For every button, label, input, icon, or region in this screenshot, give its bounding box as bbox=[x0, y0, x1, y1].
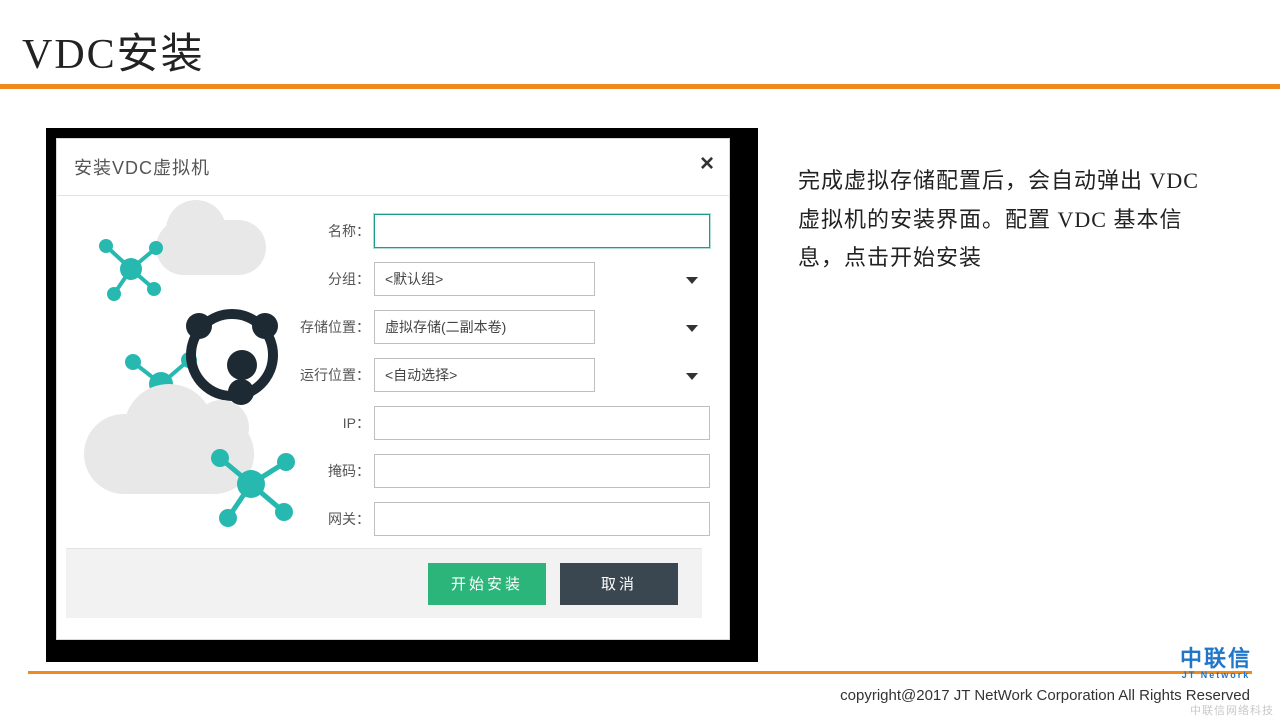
name-input[interactable] bbox=[374, 214, 710, 248]
page-title: VDC安装 bbox=[22, 20, 205, 81]
cloud-icon bbox=[156, 220, 266, 275]
cancel-button[interactable]: 取消 bbox=[560, 563, 678, 605]
row-runloc: 运行位置： bbox=[296, 358, 710, 392]
footer-divider bbox=[28, 671, 1252, 674]
illustration bbox=[66, 214, 296, 534]
ip-input[interactable] bbox=[374, 406, 710, 440]
dialog-header: 安装VDC虚拟机 × bbox=[56, 138, 730, 196]
start-install-button[interactable]: 开始安装 bbox=[428, 563, 546, 605]
molecule-icon bbox=[206, 444, 301, 534]
form: 名称： 分组： 存储位置： bbox=[296, 214, 710, 550]
dialog-title: 安装VDC虚拟机 bbox=[74, 154, 210, 180]
label-storage: 存储位置： bbox=[296, 317, 374, 337]
row-gateway: 网关： bbox=[296, 502, 710, 536]
label-runloc: 运行位置： bbox=[296, 365, 374, 385]
molecule-icon bbox=[96, 234, 166, 304]
close-icon[interactable]: × bbox=[700, 152, 714, 176]
label-gateway: 网关： bbox=[296, 509, 374, 529]
row-mask: 掩码： bbox=[296, 454, 710, 488]
label-group: 分组： bbox=[296, 269, 374, 289]
row-group: 分组： bbox=[296, 262, 710, 296]
label-name: 名称： bbox=[296, 221, 374, 241]
storage-select[interactable] bbox=[374, 310, 595, 344]
group-select[interactable] bbox=[374, 262, 595, 296]
title-divider bbox=[0, 84, 1280, 89]
slide: VDC安装 安装VDC虚拟机 × bbox=[0, 0, 1280, 720]
hub-icon bbox=[186, 309, 278, 401]
gateway-input[interactable] bbox=[374, 502, 710, 536]
row-storage: 存储位置： bbox=[296, 310, 710, 344]
label-mask: 掩码： bbox=[296, 461, 374, 481]
dialog-screenshot: 安装VDC虚拟机 × bbox=[46, 128, 758, 662]
brand-logo: 中联信 JT Network bbox=[1180, 648, 1252, 680]
row-ip: IP： bbox=[296, 406, 710, 440]
mask-input[interactable] bbox=[374, 454, 710, 488]
watermark-text: 中联信网络科技 bbox=[1190, 702, 1274, 718]
row-name: 名称： bbox=[296, 214, 710, 248]
label-ip: IP： bbox=[296, 413, 374, 433]
brand-name: 中联信 bbox=[1180, 648, 1252, 670]
copyright-text: copyright@2017 JT NetWork Corporation Al… bbox=[840, 687, 1250, 704]
dialog-window: 安装VDC虚拟机 × bbox=[56, 138, 730, 640]
slide-description: 完成虚拟存储配置后，会自动弹出 VDC 虚拟机的安装界面。配置 VDC 基本信息… bbox=[798, 162, 1208, 278]
brand-sub: JT Network bbox=[1180, 670, 1252, 680]
dialog-body: 名称： 分组： 存储位置： bbox=[56, 196, 730, 550]
dialog-footer: 开始安装 取消 bbox=[66, 548, 702, 618]
runloc-select[interactable] bbox=[374, 358, 595, 392]
